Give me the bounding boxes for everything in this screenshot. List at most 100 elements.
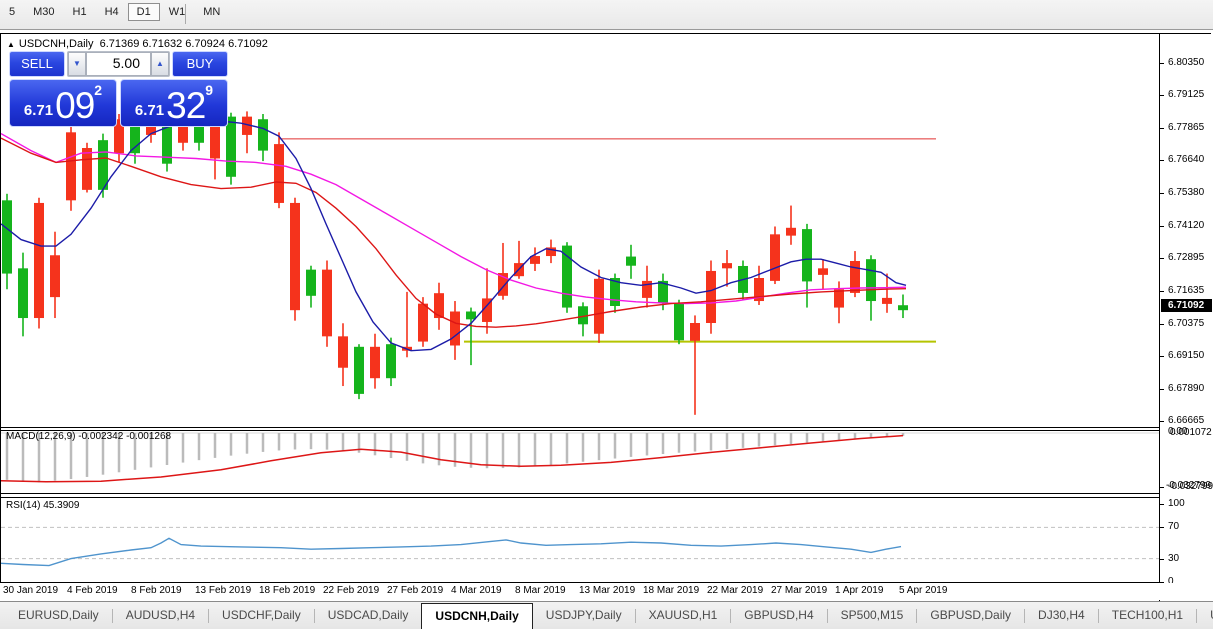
ma-red-medium: [1, 138, 906, 327]
price-axis[interactable]: 6.803506.791256.778656.766406.753806.741…: [1159, 34, 1212, 601]
candle-body-bear: [50, 255, 60, 297]
timeframe-toolbar: 5M30H1H4D1W1MN: [0, 0, 1213, 30]
rsi-label: RSI(14) 45.3909: [6, 500, 79, 511]
tab-usdchf-daily[interactable]: USDCHF,Daily: [209, 602, 314, 629]
rsi-axis-label: 100: [1168, 498, 1185, 509]
candle-body-bull: [674, 304, 684, 341]
candle-body-bull: [898, 305, 908, 310]
volume-increase-button[interactable]: ▲: [151, 52, 169, 76]
date-axis-label: 18 Feb 2019: [259, 585, 315, 596]
candle-body-bull: [802, 229, 812, 281]
tab-usdcad-daily[interactable]: USDCAD,Daily: [315, 602, 422, 629]
candle-body-bull: [466, 311, 476, 319]
axis-tick: [1160, 193, 1164, 194]
date-axis-label: 1 Apr 2019: [835, 585, 883, 596]
candle-body-bear: [370, 347, 380, 378]
timeframe-button-h4[interactable]: H4: [96, 3, 128, 21]
candle-body-bear: [690, 323, 700, 341]
candle-body-bear: [882, 298, 892, 304]
date-axis-label: 4 Feb 2019: [67, 585, 118, 596]
axis-tick: [1160, 291, 1164, 292]
price-axis-label: 6.74120: [1168, 220, 1204, 231]
rsi-axis-label: 30: [1168, 553, 1179, 564]
price-axis-label: 6.79125: [1168, 89, 1204, 100]
candle-body-bear: [818, 268, 828, 275]
date-axis-label: 22 Mar 2019: [707, 585, 763, 596]
macd-signal-line: [1, 436, 903, 482]
tab-tech100-h1[interactable]: TECH100,H1: [1099, 602, 1196, 629]
volume-spinner: ▼ 5.00 ▲: [67, 51, 170, 77]
date-axis-label: 4 Mar 2019: [451, 585, 502, 596]
axis-tick: [1160, 421, 1164, 422]
timeframe-button-d1[interactable]: D1: [128, 3, 160, 21]
price-axis-label: 6.70375: [1168, 318, 1204, 329]
candle-body-bull: [2, 200, 12, 273]
tab-usdcnh-daily[interactable]: USDCNH,Daily: [421, 603, 532, 629]
date-axis-label: 13 Mar 2019: [579, 585, 635, 596]
buy-price-big: 32: [166, 89, 205, 122]
timeframe-buttons: 5M30H1H4D1W1MN: [0, 2, 229, 19]
sell-price-prefix: 6.71: [24, 100, 53, 122]
candle-body-bull: [386, 344, 396, 378]
candle-body-bear: [82, 148, 92, 190]
candle-body-bear: [450, 311, 460, 345]
candle-body-bear: [594, 279, 604, 334]
buy-price-panel[interactable]: 6.71 32 9: [120, 79, 228, 127]
axis-tick: [1160, 128, 1164, 129]
date-axis-label: 27 Feb 2019: [387, 585, 443, 596]
candle-body-bear: [770, 234, 780, 281]
date-axis-label: 27 Mar 2019: [771, 585, 827, 596]
tab-usdjpy-daily[interactable]: USDJPY,Daily: [533, 602, 635, 629]
tab-ukc[interactable]: UKC: [1197, 602, 1213, 629]
tab-gbpusd-h4[interactable]: GBPUSD,H4: [731, 602, 826, 629]
sell-price-sup: 2: [94, 82, 102, 98]
sell-button[interactable]: SELL: [9, 51, 65, 77]
price-axis-label: 6.67890: [1168, 383, 1204, 394]
chart-window: ▲USDCNH,Daily 6.71369 6.71632 6.70924 6.…: [0, 33, 1211, 600]
volume-input[interactable]: 5.00: [86, 52, 151, 76]
timeframe-button-mn[interactable]: MN: [194, 3, 229, 21]
axis-tick: [1160, 160, 1164, 161]
axis-tick: [1160, 356, 1164, 357]
candle-body-bull: [866, 259, 876, 301]
candle-body-bear: [34, 203, 44, 318]
candle-body-bear: [834, 289, 844, 307]
tab-gbpusd-daily[interactable]: GBPUSD,Daily: [917, 602, 1024, 629]
sell-price-panel[interactable]: 6.71 09 2: [9, 79, 117, 127]
volume-decrease-button[interactable]: ▼: [68, 52, 86, 76]
price-axis-label: 6.80350: [1168, 57, 1204, 68]
timeframe-button-w1[interactable]: W1: [160, 3, 195, 21]
axis-tick: [1160, 559, 1164, 560]
axis-tick: [1160, 504, 1164, 505]
timeframe-button-m30[interactable]: M30: [24, 3, 63, 21]
candle-body-bull: [306, 270, 316, 296]
tab-sp500-m15[interactable]: SP500,M15: [828, 602, 917, 629]
mt4-window: 5M30H1H4D1W1MN ▲USDCNH,Daily 6.71369 6.7…: [0, 0, 1213, 629]
candle-body-bear: [722, 263, 732, 268]
candle-body-bull: [626, 257, 636, 266]
candle-body-bear: [66, 132, 76, 200]
candle-body-bull: [98, 140, 108, 190]
macd-value-label: 0.001072: [1170, 427, 1212, 438]
timeframe-button-h1[interactable]: H1: [64, 3, 96, 21]
axis-tick: [1160, 389, 1164, 390]
tab-dj30-h4[interactable]: DJ30,H4: [1025, 602, 1098, 629]
tab-xauusd-h1[interactable]: XAUUSD,H1: [636, 602, 731, 629]
price-axis-label: 6.69150: [1168, 350, 1204, 361]
timeframe-button-5[interactable]: 5: [0, 3, 24, 21]
tab-eurusd-daily[interactable]: EURUSD,Daily: [5, 602, 112, 629]
date-axis-label: 8 Mar 2019: [515, 585, 566, 596]
axis-tick: [1160, 258, 1164, 259]
buy-button[interactable]: BUY: [172, 51, 228, 77]
candle-body-bear: [530, 256, 540, 264]
rsi-axis-label: 70: [1168, 521, 1179, 532]
tab-audusd-h4[interactable]: AUDUSD,H4: [113, 602, 208, 629]
axis-tick: [1160, 527, 1164, 528]
date-axis[interactable]: 30 Jan 20194 Feb 20198 Feb 201913 Feb 20…: [0, 583, 1213, 600]
buy-price-prefix: 6.71: [135, 100, 164, 122]
rsi-line: [1, 538, 901, 565]
date-axis-label: 18 Mar 2019: [643, 585, 699, 596]
price-axis-label: 6.75380: [1168, 187, 1204, 198]
date-axis-label: 5 Apr 2019: [899, 585, 947, 596]
candle-body-bear: [706, 271, 716, 323]
